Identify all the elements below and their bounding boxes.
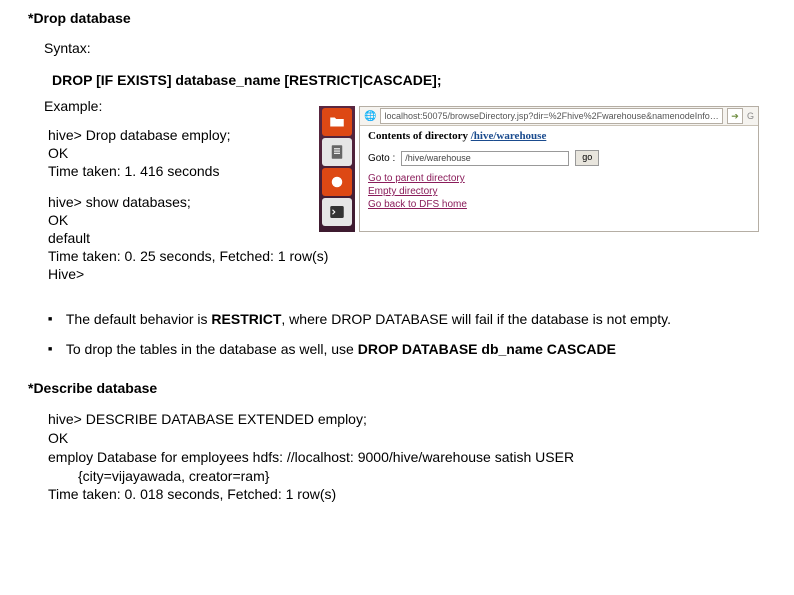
goto-label: Goto :	[368, 153, 395, 164]
code-line: OK	[48, 429, 794, 448]
syntax-label: Syntax:	[0, 26, 794, 56]
code-line: Time taken: 0. 25 seconds, Fetched: 1 ro…	[48, 247, 794, 265]
code-line: employ Database for employees hdfs: //lo…	[48, 448, 794, 467]
path-link-hive[interactable]: /hive	[471, 130, 494, 142]
go-arrow-button[interactable]: ➔	[727, 108, 743, 124]
path-link-warehouse[interactable]: /warehouse	[493, 130, 546, 142]
goto-input[interactable]: /hive/warehouse	[401, 151, 569, 166]
bullet-text: The default behavior is	[66, 311, 212, 327]
dfs-home-link[interactable]: Go back to DFS home	[368, 199, 467, 210]
section-drop-title: *Drop database	[0, 0, 794, 26]
notes-list: The default behavior is RESTRICT, where …	[48, 302, 794, 362]
folder-icon[interactable]	[322, 108, 352, 136]
url-input[interactable]: localhost:50075/browseDirectory.jsp?dir=…	[380, 108, 723, 124]
terminal-icon[interactable]	[322, 198, 352, 226]
browser-content: Contents of directory /hive/warehouse Go…	[360, 126, 758, 231]
syntax-box: DROP [IF EXISTS] database_name [RESTRICT…	[44, 68, 524, 92]
section-describe-title: *Describe database	[0, 362, 794, 396]
code-block-describe: hive> DESCRIBE DATABASE EXTENDED employ;…	[0, 396, 794, 504]
empty-dir-link[interactable]: Empty directory	[368, 186, 437, 197]
ubuntu-launcher	[319, 106, 355, 232]
search-icon[interactable]: G	[747, 111, 754, 121]
browser-window: 🌐 localhost:50075/browseDirectory.jsp?di…	[359, 106, 759, 232]
document-icon[interactable]	[322, 138, 352, 166]
nav-links: Go to parent directory Empty directory G…	[368, 172, 750, 211]
go-button[interactable]: go	[575, 150, 599, 166]
parent-dir-link[interactable]: Go to parent directory	[368, 173, 465, 184]
goto-row: Goto : /hive/warehouse go	[368, 150, 750, 166]
list-item: To drop the tables in the database as we…	[48, 332, 794, 362]
code-line: Hive>	[48, 265, 794, 283]
bullet-bold: RESTRICT	[211, 311, 281, 327]
bullet-bold: DROP DATABASE db_name CASCADE	[358, 341, 616, 357]
globe-icon: 🌐	[364, 111, 376, 122]
url-bar: 🌐 localhost:50075/browseDirectory.jsp?di…	[360, 107, 758, 126]
syntax-code: DROP [IF EXISTS] database_name [RESTRICT…	[44, 68, 524, 92]
bullet-text: To drop the tables in the database as we…	[66, 341, 358, 357]
app-icon[interactable]	[322, 168, 352, 196]
title-text: Contents of directory	[368, 130, 471, 142]
list-item: The default behavior is RESTRICT, where …	[48, 302, 794, 332]
embedded-screenshot: 🌐 localhost:50075/browseDirectory.jsp?di…	[319, 106, 759, 230]
page-title: Contents of directory /hive/warehouse	[368, 130, 750, 142]
code-line: {city=vijayawada, creator=ram}	[48, 467, 794, 486]
bullet-text: , where DROP DATABASE will fail if the d…	[281, 311, 671, 327]
code-line: hive> DESCRIBE DATABASE EXTENDED employ;	[48, 410, 794, 429]
code-line: Time taken: 0. 018 seconds, Fetched: 1 r…	[48, 485, 794, 504]
